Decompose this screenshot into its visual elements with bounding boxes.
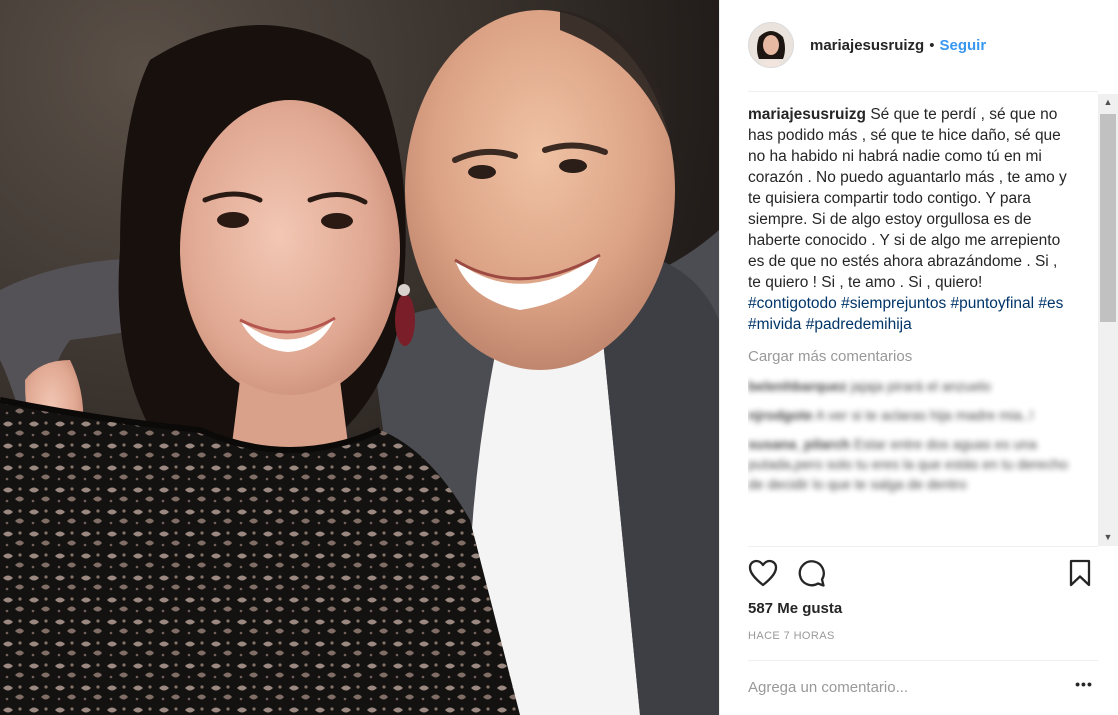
post-timestamp[interactable]: HACE 7 HORAS bbox=[748, 630, 835, 642]
post-photo[interactable] bbox=[0, 0, 719, 715]
hashtag-link[interactable]: #mivida bbox=[748, 316, 801, 333]
comment-item: susana_pilarch Estar entre dos aguas es … bbox=[748, 434, 1074, 494]
caption: mariajesusruizg Sé que te perdí , sé que… bbox=[748, 104, 1074, 335]
speech-bubble-icon[interactable] bbox=[796, 559, 826, 592]
comment-username[interactable]: susana_pilarch bbox=[748, 436, 850, 452]
comment-divider bbox=[748, 660, 1098, 661]
follow-button[interactable]: Seguir bbox=[939, 37, 986, 54]
hashtag-link[interactable]: #contigotodo bbox=[748, 295, 837, 312]
post-side-panel: mariajesusruizg • Seguir mariajesusruizg… bbox=[719, 0, 1118, 715]
comment-text: jajaja pirará el anzuelo bbox=[850, 378, 991, 394]
hashtag-link[interactable]: #siemprejuntos bbox=[841, 295, 946, 312]
actions-divider bbox=[748, 546, 1098, 547]
caption-username[interactable]: mariajesusruizg bbox=[748, 106, 866, 123]
ellipsis-icon[interactable]: ••• bbox=[1072, 676, 1096, 696]
comment-item: njrodgote A ver si te aclaras hija madre… bbox=[748, 405, 1074, 425]
comment-item: belenhbarquez jajaja pirará el anzuelo bbox=[748, 376, 1074, 396]
post-username[interactable]: mariajesusruizg bbox=[810, 37, 924, 54]
comment-text: A ver si te aclaras hija madre mia..! bbox=[815, 407, 1034, 423]
comment-username[interactable]: njrodgote bbox=[748, 407, 813, 423]
comments-scrollbar[interactable]: ▲ ▼ bbox=[1098, 94, 1118, 546]
couple-selfie-image bbox=[0, 0, 719, 715]
avatar-image bbox=[749, 23, 793, 67]
scroll-up-arrow-icon[interactable]: ▲ bbox=[1098, 94, 1118, 111]
scroll-down-arrow-icon[interactable]: ▼ bbox=[1098, 529, 1118, 546]
post-actions bbox=[748, 556, 1098, 592]
comment-username[interactable]: belenhbarquez bbox=[748, 378, 847, 394]
scrollbar-thumb[interactable] bbox=[1100, 114, 1116, 322]
post-header: mariajesusruizg • Seguir bbox=[748, 20, 1098, 70]
hashtag-link[interactable]: #es bbox=[1038, 295, 1063, 312]
caption-text: Sé que te perdí , sé que no has podido m… bbox=[748, 106, 1067, 291]
add-comment-input[interactable] bbox=[748, 675, 1048, 699]
header-divider bbox=[748, 91, 1098, 92]
bookmark-icon[interactable] bbox=[1068, 559, 1092, 592]
comments-list[interactable]: mariajesusruizg Sé que te perdí , sé que… bbox=[748, 104, 1074, 544]
hashtag-link[interactable]: #padredemihija bbox=[806, 316, 912, 333]
heart-outline-icon[interactable] bbox=[748, 559, 778, 592]
avatar[interactable] bbox=[748, 22, 794, 68]
likes-count[interactable]: 587 Me gusta bbox=[748, 600, 842, 617]
load-more-comments-button[interactable]: Cargar más comentarios bbox=[748, 346, 1074, 367]
hashtag-link[interactable]: #puntoyfinal bbox=[951, 295, 1035, 312]
header-separator: • bbox=[929, 36, 935, 54]
